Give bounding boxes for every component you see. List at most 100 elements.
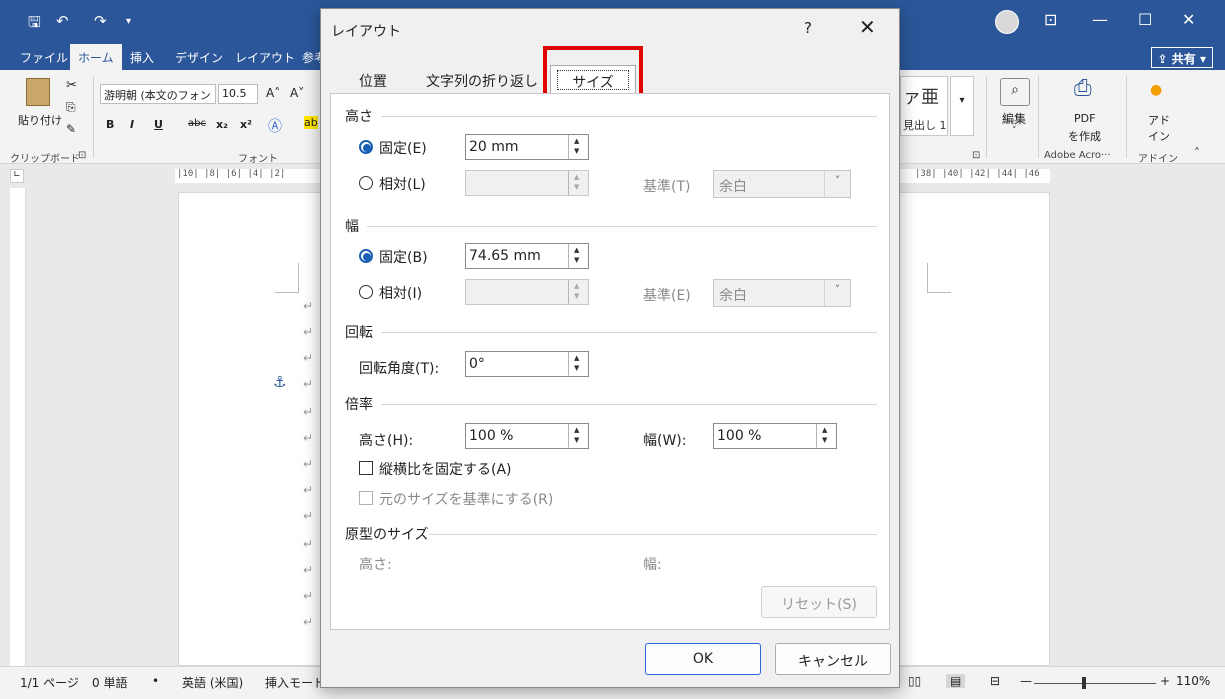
italic-icon[interactable]: I — [130, 118, 134, 131]
tab-text-wrapping[interactable]: 文字列の折り返し — [417, 65, 547, 95]
subscript-icon[interactable]: x₂ — [216, 118, 228, 131]
close-window-icon[interactable]: ✕ — [1182, 10, 1195, 29]
width-relative-radio[interactable] — [359, 285, 373, 299]
cut-icon[interactable]: ✂ — [66, 78, 77, 93]
spinner-arrows[interactable]: ▲ ▼ — [816, 424, 836, 448]
status-language[interactable]: 英語 (米国) — [182, 674, 243, 691]
bold-icon[interactable]: B — [106, 118, 114, 131]
format-painter-icon[interactable]: ✎ — [66, 122, 76, 136]
edit-label[interactable]: 編集 — [1002, 110, 1026, 127]
zoom-out-icon[interactable]: — — [1020, 674, 1032, 688]
addin-label[interactable]: アド — [1148, 112, 1170, 128]
anchor-icon[interactable]: ⚓ — [273, 373, 286, 391]
paste-icon[interactable] — [26, 78, 50, 106]
account-avatar[interactable] — [995, 10, 1019, 34]
scale-width-spinner[interactable]: 100 % ▲ ▼ — [713, 423, 837, 449]
web-layout-icon[interactable]: ⊟ — [990, 674, 1000, 688]
height-fixed-label[interactable]: 固定(E) — [379, 138, 427, 158]
tab-file[interactable]: ファイル — [20, 49, 68, 66]
scale-width-label[interactable]: 幅(W): — [643, 430, 686, 450]
share-button[interactable]: ⇪ 共有 ▾ — [1150, 47, 1213, 68]
tab-insert[interactable]: 挿入 — [130, 49, 154, 66]
ok-button[interactable]: OK — [645, 643, 761, 675]
spinner-arrows[interactable]: ▲ ▼ — [568, 244, 588, 268]
styles-more-button[interactable]: ▾ — [950, 76, 974, 136]
redo-icon[interactable]: ↷ — [94, 12, 107, 30]
lock-aspect-label[interactable]: 縦横比を固定する(A) — [379, 459, 512, 479]
zoom-slider[interactable] — [1034, 677, 1156, 689]
height-fixed-radio[interactable] — [359, 140, 373, 154]
paragraph-mark: ↵ — [303, 537, 314, 551]
font-name-combo[interactable]: 游明朝 (本文のフォン — [100, 84, 216, 104]
width-fixed-radio[interactable] — [359, 249, 373, 263]
underline-icon[interactable]: U — [154, 118, 163, 131]
styles-launcher-icon[interactable]: ⊡ — [972, 150, 980, 161]
width-fixed-label[interactable]: 固定(B) — [379, 247, 428, 267]
spinner-arrows[interactable]: ▲ ▼ — [568, 424, 588, 448]
strikethrough-icon[interactable]: abc — [188, 118, 206, 129]
print-layout-icon[interactable]: ▤ — [946, 674, 966, 688]
height-relative-radio[interactable] — [359, 176, 373, 190]
clipboard-launcher-icon[interactable]: ⊡ — [78, 150, 86, 161]
spinner-arrows[interactable]: ▲ ▼ — [568, 352, 588, 376]
rotate-value: 0° — [469, 356, 485, 372]
ribbon-divider — [1126, 76, 1127, 158]
customize-quick-access-icon[interactable]: ▾ — [126, 16, 131, 27]
width-relative-label[interactable]: 相対(I) — [379, 283, 422, 303]
maximize-icon[interactable]: ☐ — [1138, 10, 1152, 29]
tab-position[interactable]: 位置 — [341, 65, 405, 95]
edit-dropdown-icon[interactable]: ˅ — [1012, 126, 1017, 136]
chevron-down-icon: ˅ — [824, 171, 850, 197]
minimize-icon[interactable]: — — [1092, 10, 1108, 29]
style-gallery-item[interactable]: ァ亜 見出し 1 — [900, 76, 948, 136]
ribbon-display-icon[interactable]: ⊡ — [1044, 10, 1057, 29]
status-page[interactable]: 1/1 ページ — [20, 674, 79, 691]
paste-label[interactable]: 貼り付け — [18, 112, 62, 128]
original-size-section-title: 原型のサイズ — [345, 527, 429, 543]
addin-label-2[interactable]: イン — [1148, 128, 1170, 144]
tab-home[interactable]: ホーム — [70, 44, 122, 70]
shrink-font-icon[interactable]: A˅ — [290, 86, 304, 100]
rotate-section-title: 回転 — [345, 325, 373, 341]
tab-design[interactable]: デザイン — [175, 49, 223, 66]
tab-selector-icon[interactable]: ∟ — [10, 169, 24, 183]
grow-font-icon[interactable]: A˄ — [266, 86, 280, 100]
pdf-label-2[interactable]: を作成 — [1068, 128, 1101, 144]
status-mode[interactable]: 挿入モード — [265, 674, 325, 691]
rotate-label[interactable]: 回転角度(T): — [359, 358, 439, 378]
height-fixed-spinner[interactable]: 20 mm ▲ ▼ — [465, 134, 589, 160]
help-icon[interactable]: ? — [804, 19, 812, 37]
pdf-label[interactable]: PDF — [1074, 112, 1095, 125]
cancel-button[interactable]: キャンセル — [775, 643, 891, 675]
save-icon[interactable]: 🖫 — [28, 12, 41, 37]
height-relative-label[interactable]: 相対(L) — [379, 174, 426, 194]
addin-icon[interactable]: ● — [1150, 82, 1162, 98]
font-size-combo[interactable]: 10.5 — [218, 84, 258, 104]
zoom-in-icon[interactable]: + — [1160, 674, 1170, 688]
collapse-ribbon-icon[interactable]: ˄ — [1194, 146, 1200, 160]
rotate-spinner[interactable]: 0° ▲ ▼ — [465, 351, 589, 377]
search-icon[interactable]: ⌕ — [1000, 78, 1030, 106]
highlight-icon[interactable]: ab — [304, 116, 318, 129]
zoom-slider-thumb[interactable] — [1082, 677, 1086, 689]
original-width-label: 幅: — [643, 557, 662, 573]
lock-aspect-checkbox[interactable] — [359, 461, 373, 475]
paragraph-mark: ↵ — [303, 405, 314, 419]
scale-height-label[interactable]: 高さ(H): — [359, 430, 413, 450]
clipboard-group-label: クリップボード — [10, 154, 80, 165]
spinner-arrows[interactable]: ▲ ▼ — [568, 135, 588, 159]
superscript-icon[interactable]: x² — [240, 118, 252, 131]
read-mode-icon[interactable]: ▯▯ — [908, 674, 921, 688]
copy-icon[interactable]: ⎘ — [66, 100, 76, 115]
red-highlight-box — [543, 46, 643, 100]
zoom-level[interactable]: 110% — [1176, 674, 1210, 688]
text-effects-icon[interactable]: Ⓐ — [268, 116, 282, 136]
undo-icon[interactable]: ↶ — [56, 12, 69, 30]
ruler-left-ticks: |10| |8| |6| |4| |2| — [177, 169, 286, 179]
pdf-icon[interactable]: ⎙ — [1074, 76, 1092, 101]
status-words[interactable]: 0 単語 — [92, 674, 127, 691]
width-fixed-spinner[interactable]: 74.65 mm ▲ ▼ — [465, 243, 589, 269]
tab-layout[interactable]: レイアウト — [235, 49, 295, 66]
close-icon[interactable]: ✕ — [859, 15, 876, 39]
scale-height-spinner[interactable]: 100 % ▲ ▼ — [465, 423, 589, 449]
